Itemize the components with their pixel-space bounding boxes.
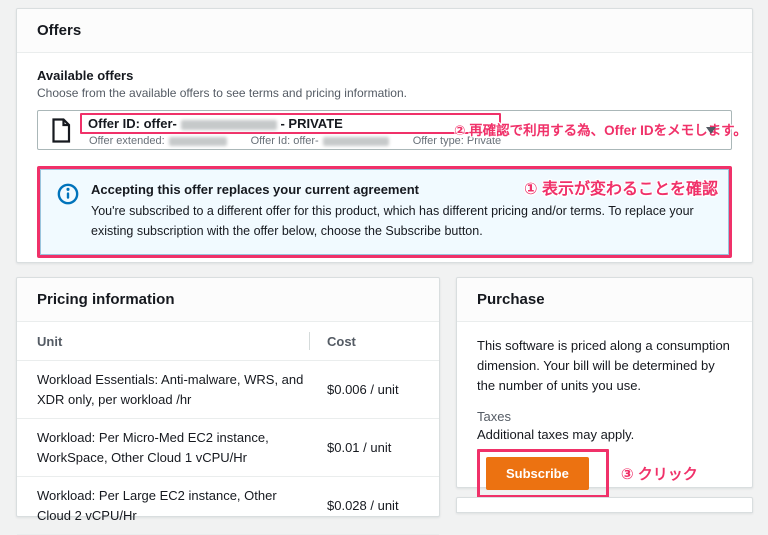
unit-cell: Workload: Per Large EC2 instance, Other …	[37, 486, 327, 525]
taxes-note: Additional taxes may apply.	[477, 427, 732, 442]
column-header-unit: Unit	[37, 334, 309, 349]
purchase-description: This software is priced along a consumpt…	[477, 336, 732, 396]
available-offers-description: Choose from the available offers to see …	[37, 86, 732, 100]
column-header-cost: Cost	[327, 334, 419, 349]
table-row: Workload: Per Large EC2 instance, Other …	[17, 477, 439, 535]
redacted-offer-extended-date	[169, 137, 227, 146]
subscribe-row: Subscribe ③ クリック	[477, 449, 732, 498]
redacted-offer-id-meta	[323, 137, 389, 146]
offer-meta-line: Offer extended: Offer Id: offer- Offer t…	[80, 135, 501, 147]
offers-card-body: Available offers Choose from the availab…	[17, 53, 752, 273]
offer-id-highlight-box: Offer ID: offer- - PRIVATE	[80, 113, 501, 134]
unit-cell: Workload Essentials: Anti-malware, WRS, …	[37, 370, 327, 409]
annotation-step2: ② 再確認で利用する為、Offer IDをメモします。	[454, 119, 747, 139]
pricing-card-title: Pricing information	[17, 278, 439, 322]
annotation-step3: ③ クリック	[621, 463, 698, 484]
offers-card: Offers Available offers Choose from the …	[16, 8, 753, 263]
offer-select-dropdown[interactable]: Offer ID: offer- - PRIVATE Offer extende…	[37, 110, 732, 150]
cost-cell: $0.01 / unit	[327, 438, 419, 458]
replace-agreement-alert: Accepting this offer replaces your curre…	[40, 169, 729, 255]
cost-cell: $0.028 / unit	[327, 496, 419, 516]
purchase-card: Purchase This software is priced along a…	[456, 277, 753, 488]
unit-cell: Workload: Per Micro-Med EC2 instance, Wo…	[37, 428, 327, 467]
chevron-down-icon	[706, 127, 716, 134]
taxes-label: Taxes	[477, 409, 732, 424]
offers-card-title: Offers	[17, 9, 752, 53]
cost-cell: $0.006 / unit	[327, 380, 419, 400]
offer-id-meta-label: Offer Id: offer-	[251, 135, 389, 147]
info-icon	[57, 181, 79, 241]
pricing-information-card: Pricing information Unit Cost Workload E…	[16, 277, 440, 517]
subscribe-highlight-box: Subscribe	[477, 449, 609, 498]
next-card-partial	[456, 497, 753, 513]
purchase-card-body: This software is priced along a consumpt…	[457, 322, 752, 512]
alert-highlight-box: Accepting this offer replaces your curre…	[37, 166, 732, 258]
pricing-table-header: Unit Cost	[17, 322, 439, 361]
annotation-step1: ① 表示が変わることを確認	[524, 175, 718, 199]
alert-body: You're subscribed to a different offer f…	[91, 201, 712, 241]
redacted-offer-id	[181, 120, 277, 130]
purchase-card-title: Purchase	[457, 278, 752, 322]
offer-id-label: Offer ID: offer- - PRIVATE	[88, 116, 343, 131]
table-row: Workload Essentials: Anti-malware, WRS, …	[17, 361, 439, 419]
offer-extended-label: Offer extended:	[89, 135, 227, 147]
offer-select-text: Offer ID: offer- - PRIVATE Offer extende…	[80, 113, 501, 147]
table-row: Workload: Per Micro-Med EC2 instance, Wo…	[17, 419, 439, 477]
subscribe-button[interactable]: Subscribe	[486, 457, 589, 490]
available-offers-title: Available offers	[37, 68, 732, 83]
column-divider	[309, 332, 310, 350]
document-icon	[51, 118, 71, 143]
